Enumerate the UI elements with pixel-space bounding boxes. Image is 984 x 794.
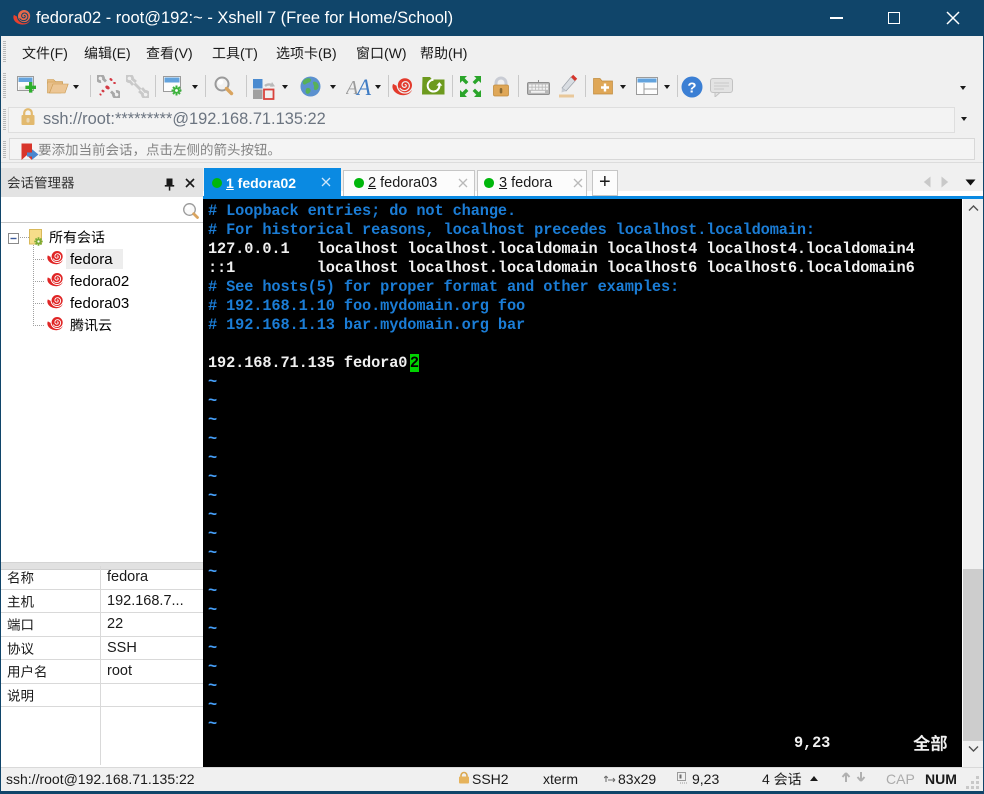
svg-text:?: ? xyxy=(687,80,696,97)
svg-text:A: A xyxy=(355,77,372,97)
